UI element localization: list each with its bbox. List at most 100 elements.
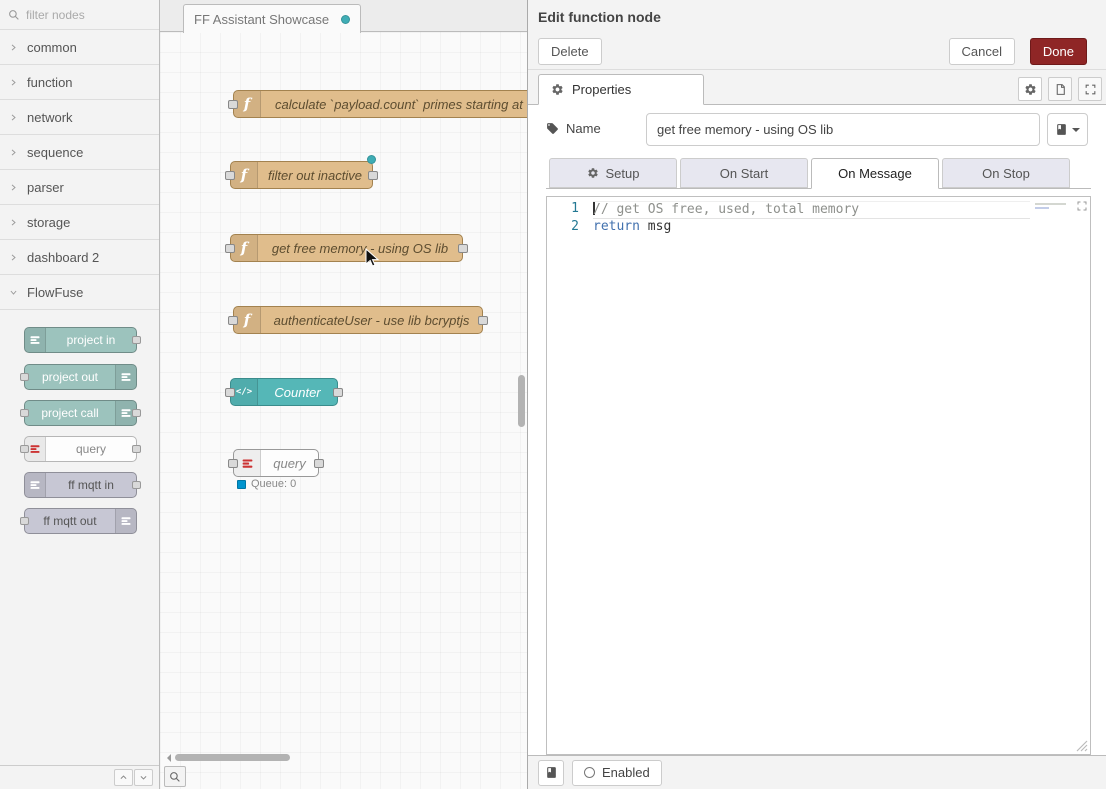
palette-node-ff-mqtt-in[interactable]: ff mqtt in: [24, 472, 137, 498]
palette-category-parser[interactable]: parser: [0, 170, 159, 205]
input-port[interactable]: [225, 244, 235, 253]
editor-resize-grip[interactable]: [1076, 740, 1088, 752]
node-calculate-primes[interactable]: f calculate `payload.count` primes start…: [233, 90, 527, 118]
input-port[interactable]: [228, 100, 238, 109]
palette-node-project-call[interactable]: project call: [24, 400, 137, 426]
output-port[interactable]: [478, 316, 488, 325]
output-port[interactable]: [132, 481, 141, 489]
output-port[interactable]: [458, 244, 468, 253]
tab-on-stop[interactable]: On Stop: [942, 158, 1070, 188]
tab-on-message[interactable]: On Message: [811, 158, 939, 189]
palette-category-flowfuse[interactable]: FlowFuse: [0, 275, 159, 310]
palette-category-storage[interactable]: storage: [0, 205, 159, 240]
node-settings-button[interactable]: [1018, 77, 1042, 101]
tab-label: On Start: [720, 166, 768, 181]
node-status: Queue: 0: [237, 478, 296, 490]
query-icon: [234, 450, 261, 476]
palette-collapse-all-button[interactable]: [114, 769, 133, 786]
output-port[interactable]: [333, 388, 343, 397]
code-line: // get OS free, used, total memory: [593, 201, 1030, 219]
flow-canvas[interactable]: FF Assistant Showcase f calculate `paylo…: [160, 0, 527, 789]
node-label: calculate `payload.count` primes startin…: [261, 97, 527, 112]
palette-footer: [0, 765, 159, 789]
palette-category-sequence[interactable]: sequence: [0, 135, 159, 170]
input-port[interactable]: [225, 171, 235, 180]
chevron-right-icon: [9, 183, 18, 192]
template-icon: </>: [231, 379, 258, 405]
palette-search-input[interactable]: [26, 8, 144, 22]
expand-editor-icon[interactable]: [1076, 200, 1088, 212]
vertical-scrollbar[interactable]: [518, 32, 526, 789]
node-counter[interactable]: </> Counter: [230, 378, 338, 406]
flow-tab-ff-assistant-showcase[interactable]: FF Assistant Showcase: [183, 4, 361, 33]
edit-dialog-header: Edit function node Delete Cancel Done: [528, 0, 1106, 70]
horizontal-scrollbar-handle[interactable]: [175, 754, 290, 761]
input-port[interactable]: [225, 388, 235, 397]
node-query[interactable]: query: [233, 449, 319, 477]
name-input[interactable]: [646, 113, 1040, 146]
vertical-scrollbar-handle[interactable]: [518, 375, 525, 427]
palette-category-common[interactable]: common: [0, 30, 159, 65]
input-port[interactable]: [20, 445, 29, 453]
palette-node-label: ff mqtt out: [25, 514, 115, 528]
palette-node-ff-mqtt-out[interactable]: ff mqtt out: [24, 508, 137, 534]
palette-node-project-out[interactable]: project out: [24, 364, 137, 390]
enabled-status-icon: [584, 767, 595, 778]
library-button[interactable]: [538, 760, 564, 786]
caret-down-icon: [1072, 128, 1080, 136]
palette-category-dashboard-2[interactable]: dashboard 2: [0, 240, 159, 275]
output-port[interactable]: [132, 409, 141, 417]
gear-icon: [551, 83, 564, 96]
mqtt-icon: [115, 509, 136, 533]
output-port[interactable]: [132, 336, 141, 344]
tab-setup[interactable]: Setup: [549, 158, 677, 188]
horizontal-scrollbar[interactable]: [160, 752, 517, 763]
delete-button[interactable]: Delete: [538, 38, 602, 65]
output-port[interactable]: [368, 171, 378, 180]
node-label: authenticateUser - use lib bcryptjs: [261, 313, 482, 328]
scroll-left-arrow-icon[interactable]: [163, 754, 171, 762]
input-port[interactable]: [228, 459, 238, 468]
done-button[interactable]: Done: [1030, 38, 1087, 65]
enabled-toggle-button[interactable]: Enabled: [572, 760, 662, 786]
node-label: query: [261, 456, 318, 471]
tab-on-start[interactable]: On Start: [680, 158, 808, 188]
code-editor[interactable]: 1 2 // get OS free, used, total memory r…: [546, 196, 1091, 755]
properties-tab-row: Properties: [528, 70, 1106, 105]
label-options-button[interactable]: [1047, 113, 1088, 146]
palette-category-function[interactable]: function: [0, 65, 159, 100]
chevron-right-icon: [9, 78, 18, 87]
dialog-title: Edit function node: [538, 9, 661, 25]
palette-node-query[interactable]: query: [24, 436, 137, 462]
node-authenticate-user[interactable]: f authenticateUser - use lib bcryptjs: [233, 306, 483, 334]
palette-search[interactable]: [0, 0, 159, 30]
input-port[interactable]: [20, 373, 29, 381]
palette-category-network[interactable]: network: [0, 100, 159, 135]
input-port[interactable]: [20, 409, 29, 417]
description-button[interactable]: [1048, 77, 1072, 101]
function-icon: f: [231, 235, 258, 261]
input-port[interactable]: [228, 316, 238, 325]
flowfuse-icon: [25, 328, 46, 352]
palette-expand-all-button[interactable]: [134, 769, 153, 786]
output-port[interactable]: [132, 445, 141, 453]
code-area[interactable]: // get OS free, used, total memory retur…: [593, 201, 1030, 237]
tab-modified-indicator: [341, 15, 350, 24]
flowfuse-icon: [115, 365, 136, 389]
cancel-button[interactable]: Cancel: [949, 38, 1015, 65]
input-port[interactable]: [20, 517, 29, 525]
enabled-label: Enabled: [602, 765, 650, 780]
canvas-search-button[interactable]: [164, 766, 186, 787]
chevron-right-icon: [9, 253, 18, 262]
node-modified-indicator: [367, 155, 376, 164]
expand-dialog-button[interactable]: [1078, 77, 1102, 101]
tab-properties[interactable]: Properties: [538, 74, 704, 105]
palette-sidebar: common function network sequence parser …: [0, 0, 160, 789]
output-port[interactable]: [314, 459, 324, 468]
node-get-free-memory[interactable]: f get free memory - using OS lib: [230, 234, 463, 262]
gear-icon: [587, 167, 599, 179]
node-filter-out-inactive[interactable]: f filter out inactive: [230, 161, 373, 189]
palette-node-project-in[interactable]: project in: [24, 327, 137, 353]
function-icon: f: [234, 91, 261, 117]
minimap-line: [1035, 207, 1049, 209]
